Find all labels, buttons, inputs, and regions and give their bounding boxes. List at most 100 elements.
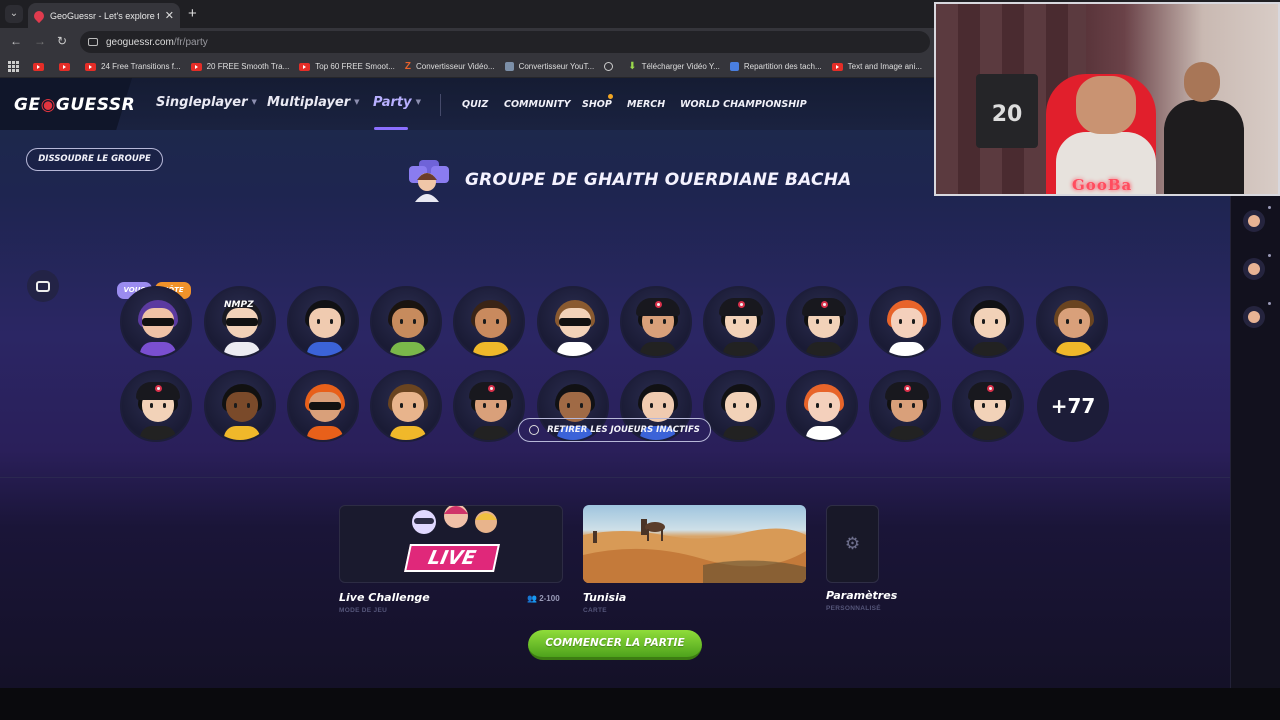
avatar-part [746,319,749,324]
nav-divider [440,94,441,116]
bookmark-item[interactable] [604,62,618,71]
group-title: GROUPE DE GHAITH OUERDIANE BACHA [465,170,852,190]
player-avatar[interactable] [869,370,941,442]
bookmark-label: Top 60 FREE Smoot... [315,62,395,71]
rail-avatar[interactable] [1243,210,1265,232]
nav-party[interactable]: Party ▼ [373,95,421,110]
player-avatar[interactable]: NMPZ [204,286,276,358]
bookmark-item[interactable]: ⬇ Télécharger Vidéo Y... [628,61,720,72]
url-field[interactable]: geoguessr.com/fr/party [80,31,930,53]
avatar-part [330,319,333,324]
player-avatar[interactable] [786,370,858,442]
player-avatar[interactable] [120,286,192,358]
player-avatar[interactable] [786,286,858,358]
avatar-part [473,426,509,440]
player-avatar[interactable] [120,370,192,442]
shop-notification-dot [608,94,613,99]
rail-avatar[interactable] [1243,306,1265,328]
player-avatar[interactable] [370,286,442,358]
player-avatar[interactable] [1036,286,1108,358]
bookmark-item[interactable]: Convertisseur YouT... [504,62,595,71]
new-tab-icon[interactable]: + [188,5,197,22]
avatar-part [475,308,507,338]
player-avatar[interactable] [537,286,609,358]
player-avatar[interactable] [287,286,359,358]
avatar-part [723,342,759,356]
nav-world-championship[interactable]: WORLD CHAMPIONSHIP [680,99,807,110]
bookmark-label: Convertisseur Vidéo... [416,62,495,71]
chevron-down-icon: ▼ [415,98,421,106]
avatar-part [392,392,424,422]
forward-icon[interactable]: → [34,34,46,48]
player-avatar[interactable] [453,286,525,358]
dissolve-group-button[interactable]: DISSOUDRE LE GROUPE [26,148,163,171]
bookmark-item[interactable]: 24 Free Transitions f... [85,62,181,71]
browser-tab[interactable]: GeoGuessr - Let's explore the w ✕ [28,3,180,28]
bookmark-item[interactable] [33,62,49,71]
geoguessr-logo[interactable]: GE◉GUESSR [14,95,135,115]
nav-merch[interactable]: MERCH [627,99,665,110]
player-avatar[interactable] [869,286,941,358]
bookmark-label: Convertisseur YouT... [518,62,595,71]
game-mode-card[interactable]: LIVE [339,505,563,583]
bookmark-item[interactable]: Z Convertisseur Vidéo... [405,61,495,72]
avatar-part [496,403,499,408]
apps-grid-icon[interactable] [8,61,19,72]
avatar-part [567,403,570,408]
avatar-part [226,318,258,326]
player-avatar[interactable] [703,370,775,442]
nav-shop[interactable]: SHOP [582,99,612,110]
bookmark-item[interactable] [59,62,75,71]
youtube-icon [59,62,70,71]
chat-button[interactable] [27,270,59,302]
close-tab-icon[interactable]: ✕ [165,9,174,22]
avatar-part [224,426,260,440]
avatar-part [655,301,662,308]
youtube-icon [190,62,202,71]
site-info-icon[interactable] [88,38,98,46]
avatar-part [163,403,166,408]
url-domain: geoguessr.com [106,36,174,48]
more-players-counter[interactable]: +77 [1037,370,1109,442]
bookmark-item[interactable]: 20 FREE Smooth Tra... [190,62,289,71]
nav-singleplayer[interactable]: Singleplayer ▼ [156,95,257,110]
player-avatar[interactable] [204,370,276,442]
avatar-part [829,403,832,408]
status-dot [1268,302,1271,305]
nav-community[interactable]: COMMUNITY [504,99,571,110]
bookmark-item[interactable]: Repartition des tach... [729,62,822,71]
player-avatar[interactable] [370,370,442,442]
nav-party-label: Party [373,95,412,110]
player-avatar[interactable] [952,286,1024,358]
nav-singleplayer-label: Singleplayer [156,95,248,110]
bookmark-item[interactable]: Text and Image ani... [831,62,922,71]
avatar-part [982,319,985,324]
remove-inactive-players-button[interactable]: RETIRER LES JOUEURS INACTIFS [518,418,711,442]
start-game-button[interactable]: COMMENCER LA PARTIE [528,630,702,660]
player-avatar[interactable] [620,286,692,358]
player-avatar[interactable] [703,286,775,358]
back-icon[interactable]: ← [10,34,22,48]
avatar-part [816,403,819,408]
rail-avatar[interactable] [1243,258,1265,280]
download-icon: ⬇ [628,61,637,72]
avatar-part [473,342,509,356]
nav-quiz[interactable]: QUIZ [462,99,488,110]
avatar-part [559,318,591,326]
avatar-part [317,319,320,324]
tab-list-chevron-icon[interactable]: ⌄ [5,5,23,23]
nav-multiplayer[interactable]: Multiplayer ▼ [267,95,360,110]
avatar-part [821,301,828,308]
avatar-part [746,403,749,408]
settings-card[interactable]: ⚙ [826,505,879,583]
avatar-part [995,319,998,324]
player-avatar[interactable] [952,370,1024,442]
game-mode-subtitle: MODE DE JEU [339,607,388,614]
bookmark-item[interactable]: Top 60 FREE Smoot... [299,62,395,71]
player-avatar[interactable] [287,370,359,442]
reload-icon[interactable]: ↻ [57,34,67,48]
player-avatar[interactable] [453,370,525,442]
map-card[interactable] [583,505,806,583]
avatar-part [483,403,486,408]
avatar-part [829,319,832,324]
